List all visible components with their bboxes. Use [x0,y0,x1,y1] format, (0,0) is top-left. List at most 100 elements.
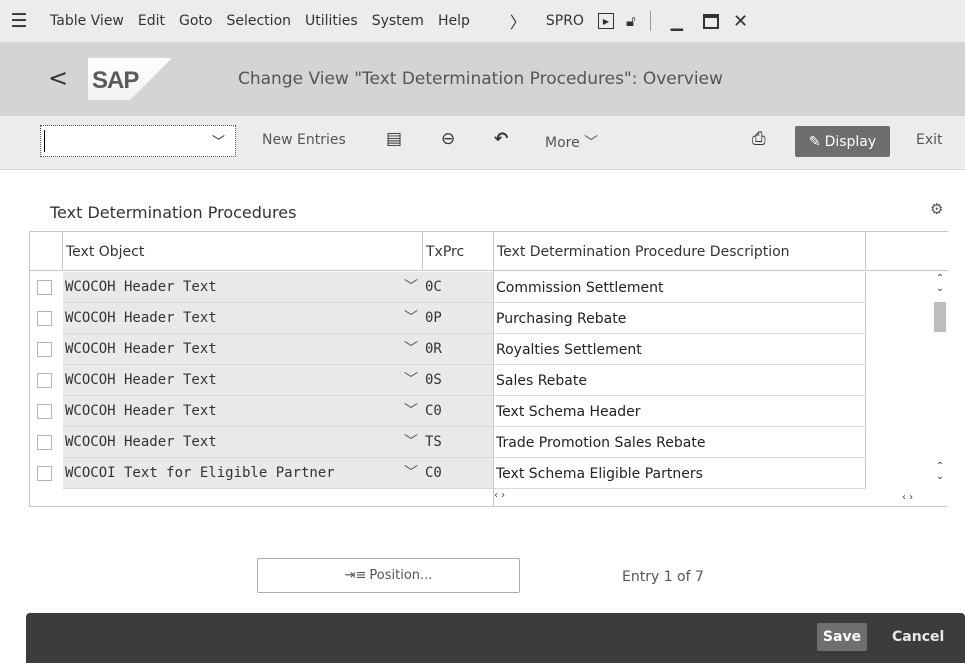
display-button[interactable]: ✎ Display [795,126,890,157]
row-select-checkbox[interactable] [37,404,52,419]
maximize-icon[interactable] [703,13,719,29]
text-object-dropdown[interactable]: WCOCOH Header Text ﹀ [63,272,422,303]
menu-goto[interactable]: Goto [179,13,212,29]
text-object-dropdown[interactable]: WCOCOH Header Text ﹀ [63,427,422,458]
row-select-checkbox[interactable] [37,373,52,388]
description-cell[interactable]: Sales Rebate [494,365,866,396]
header-description[interactable]: Text Determination Procedure Description [497,244,790,260]
chevron-right-icon[interactable]: 〉 [510,9,526,33]
text-object-dropdown[interactable]: WCOCOH Header Text ﹀ [63,303,422,334]
chevron-down-icon[interactable]: ﹀ [404,462,418,482]
menu-selection[interactable]: Selection [226,13,291,29]
back-icon[interactable]: < [48,64,68,92]
text-object-dropdown[interactable]: WCOCOH Header Text ﹀ [63,365,422,396]
row-select-checkbox[interactable] [37,435,52,450]
chevron-down-icon[interactable]: ﹀ [212,131,225,150]
menu-edit[interactable]: Edit [138,13,165,29]
copy-icon[interactable]: ▤ [386,129,402,149]
row-select-checkbox[interactable] [37,342,52,357]
chevron-down-icon[interactable]: ﹀ [404,431,418,451]
text-object-dropdown[interactable]: WCOCOH Header Text ﹀ [63,334,422,365]
txprc-cell[interactable]: C0 [422,458,493,489]
header-text-object[interactable]: Text Object [66,244,144,260]
position-button[interactable]: ⇥≡ Position... [257,558,520,593]
vertical-scrollbar[interactable]: ⌃ ⌄ ⌃ ⌄ [933,272,947,490]
table-row[interactable]: WCOCOH Header Text ﹀ 0R Royalties Settlem… [30,334,948,365]
minimize-icon[interactable]: ▁ [671,12,683,31]
txprc-cell[interactable]: 0R [422,334,493,365]
txprc-cell[interactable]: TS [422,427,493,458]
scroll-up-icon[interactable]: ⌃ ⌄ [933,274,947,294]
position-icon: ⇥≡ [344,568,367,583]
chevron-down-icon[interactable]: ﹀ [404,338,418,358]
description-hscroll-arrows[interactable]: ‹ › [494,490,505,501]
sap-logo: SAP [88,58,172,100]
new-entries-button[interactable]: New Entries [262,132,346,148]
run-transaction-icon[interactable]: ▶ [597,13,614,29]
text-object-value: WCOCOH Header Text [65,310,217,326]
table-row[interactable]: WCOCOI Text for Eligible Partner ﹀ C0 Tex… [30,458,948,489]
table-row[interactable]: WCOCOH Header Text ﹀ 0S Sales Rebate [30,365,948,396]
txprc-value: 0R [425,341,442,357]
text-object-value: WCOCOI Text for Eligible Partner [65,465,335,481]
scroll-down-icon[interactable]: ⌃ ⌄ [933,462,947,482]
menu-system[interactable]: System [372,13,424,29]
chevron-down-icon[interactable]: ﹀ [404,307,418,327]
table-row[interactable]: WCOCOH Header Text ﹀ TS Trade Promotion S… [30,427,948,458]
hamburger-menu-icon[interactable]: ☰ [2,10,36,32]
description-value: Purchasing Rebate [496,311,627,327]
txprc-cell[interactable]: 0P [422,303,493,334]
save-button[interactable]: Save [817,623,867,651]
description-cell[interactable]: Royalties Settlement [494,334,866,365]
description-cell[interactable]: Text Schema Eligible Partners [494,458,866,489]
row-select-checkbox[interactable] [37,311,52,326]
text-object-dropdown[interactable]: WCOCOI Text for Eligible Partner ﹀ [63,458,422,489]
txprc-cell[interactable]: C0 [422,396,493,427]
description-value: Text Schema Eligible Partners [496,466,703,482]
close-icon[interactable]: ✕ [733,11,748,32]
undo-icon[interactable]: ↶ [494,129,508,149]
text-object-value: WCOCOH Header Text [65,403,217,419]
table-row[interactable]: WCOCOH Header Text ﹀ 0C Commission Settle… [30,272,948,303]
txprc-value: C0 [425,403,442,419]
menu-utilities[interactable]: Utilities [305,13,358,29]
table-row[interactable]: WCOCOH Header Text ﹀ C0 Text Schema Heade… [30,396,948,427]
chevron-down-icon[interactable]: ﹀ [404,369,418,389]
delete-icon[interactable]: ⊖ [441,129,455,149]
more-button[interactable]: More ﹀ [545,132,598,152]
procedures-table: Text Object TxPrc Text Determination Pro… [29,231,948,507]
description-cell[interactable]: Trade Promotion Sales Rebate [494,427,866,458]
text-object-dropdown[interactable]: WCOCOH Header Text ﹀ [63,396,422,427]
description-cell[interactable]: Purchasing Rebate [494,303,866,334]
txprc-cell[interactable]: 0S [422,365,493,396]
row-select-checkbox[interactable] [37,280,52,295]
table-row[interactable]: WCOCOH Header Text ﹀ 0P Purchasing Rebate [30,303,948,334]
section-title: Text Determination Procedures [50,203,297,222]
col-divider [62,231,63,271]
settings-gear-icon[interactable]: ⚙ [930,200,943,218]
menu-bar: ☰ Table View Edit Goto Selection Utiliti… [0,0,965,42]
print-icon[interactable]: ⎙ [752,129,766,149]
command-field[interactable]: ﹀ [40,125,236,157]
menu-help[interactable]: Help [438,13,470,29]
chevron-down-icon[interactable]: ﹀ [404,400,418,420]
footer-bar: Save Cancel [26,613,965,663]
unlock-icon[interactable]: 🔓︎ [626,12,636,30]
txprc-value: C0 [425,465,442,481]
exit-button[interactable]: Exit [916,132,943,148]
display-label: Display [824,133,877,150]
cancel-button[interactable]: Cancel [892,629,944,645]
description-cell[interactable]: Text Schema Header [494,396,866,427]
text-object-value: WCOCOH Header Text [65,372,217,388]
menu-table-view[interactable]: Table View [50,13,124,29]
menu-divider [649,11,651,31]
txprc-cell[interactable]: 0C [422,272,493,303]
txprc-value: TS [425,434,442,450]
table-hscroll-arrows[interactable]: ‹ › [902,492,913,503]
description-cell[interactable]: Commission Settlement [494,272,866,303]
scroll-thumb[interactable] [934,302,946,332]
more-label: More [545,135,580,151]
chevron-down-icon[interactable]: ﹀ [404,276,418,296]
row-select-checkbox[interactable] [37,466,52,481]
header-txprc[interactable]: TxPrc [426,244,464,260]
